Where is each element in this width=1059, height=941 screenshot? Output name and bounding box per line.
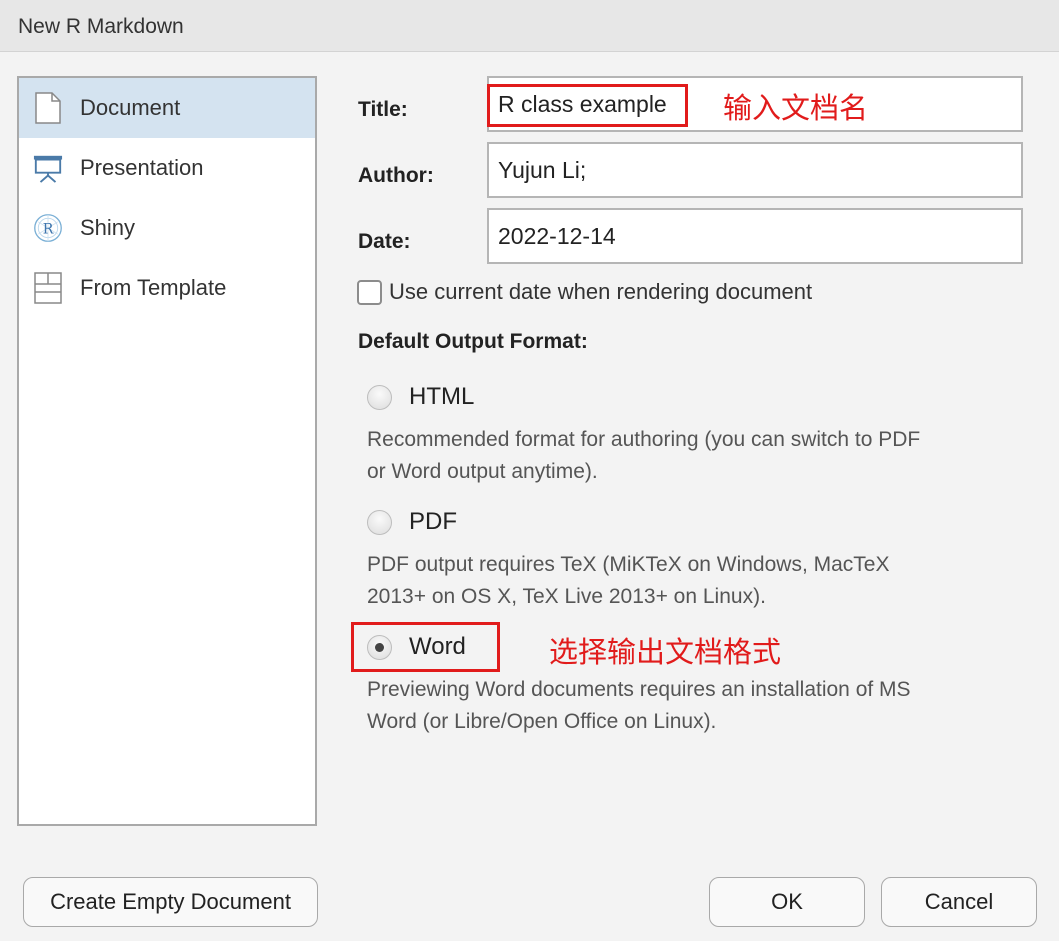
html-radio[interactable] bbox=[367, 384, 392, 410]
ok-button[interactable]: OK bbox=[709, 877, 865, 927]
sidebar-item-label: Document bbox=[80, 95, 181, 120]
title-label: Title: bbox=[358, 98, 408, 121]
date-label: Date: bbox=[358, 230, 411, 253]
author-label: Author: bbox=[358, 164, 434, 187]
sidebar-item-label: From Template bbox=[80, 275, 227, 300]
window-titlebar: New R Markdown bbox=[0, 0, 1059, 52]
word-radio[interactable] bbox=[367, 634, 392, 660]
pdf-label: PDF bbox=[409, 508, 457, 535]
output-option-html[interactable]: HTML bbox=[367, 383, 474, 411]
presentation-icon bbox=[33, 151, 63, 185]
svg-text:R: R bbox=[43, 221, 54, 237]
title-annotation: 输入文档名 bbox=[723, 91, 869, 125]
html-label: HTML bbox=[409, 383, 475, 410]
format-annotation: 选择输出文档格式 bbox=[549, 635, 782, 669]
pdf-radio[interactable] bbox=[367, 509, 392, 535]
sidebar-item-label: Shiny bbox=[80, 215, 136, 240]
word-description: Previewing Word documents requires an in… bbox=[367, 674, 1027, 738]
sidebar-item-document[interactable]: Document bbox=[19, 78, 315, 138]
cancel-button[interactable]: Cancel bbox=[881, 877, 1037, 927]
word-description-line: Word (or Libre/Open Office on Linux). bbox=[367, 710, 717, 733]
document-icon bbox=[33, 91, 63, 125]
pdf-description-line: PDF output requires TeX (MiKTeX on Windo… bbox=[367, 553, 890, 576]
word-description-line: Previewing Word documents requires an in… bbox=[367, 678, 911, 701]
window-title: New R Markdown bbox=[18, 15, 184, 38]
use-current-date-label: Use current date when rendering document bbox=[389, 279, 813, 304]
output-option-word[interactable]: Word bbox=[367, 633, 466, 661]
template-type-list[interactable]: Document Presentation R Shiny From Templ… bbox=[17, 76, 317, 826]
sidebar-item-shiny[interactable]: R Shiny bbox=[19, 198, 315, 258]
use-current-date-checkbox[interactable] bbox=[357, 279, 382, 305]
shiny-r-icon: R bbox=[33, 211, 63, 245]
pdf-description-line: 2013+ on OS X, TeX Live 2013+ on Linux). bbox=[367, 585, 766, 608]
output-option-pdf[interactable]: PDF bbox=[367, 508, 457, 536]
word-label: Word bbox=[409, 633, 466, 660]
html-description-line: or Word output anytime). bbox=[367, 460, 598, 483]
html-description-line: Recommended format for authoring (you ca… bbox=[367, 428, 921, 451]
sidebar-item-presentation[interactable]: Presentation bbox=[19, 138, 315, 198]
author-field[interactable] bbox=[487, 142, 1023, 198]
use-current-date-option[interactable]: Use current date when rendering document bbox=[357, 279, 812, 305]
date-field[interactable] bbox=[487, 208, 1023, 264]
output-format-heading: Default Output Format: bbox=[358, 330, 588, 353]
sidebar-item-from-template[interactable]: From Template bbox=[19, 258, 315, 318]
pdf-description: PDF output requires TeX (MiKTeX on Windo… bbox=[367, 549, 1027, 613]
sidebar-item-label: Presentation bbox=[80, 155, 204, 180]
html-description: Recommended format for authoring (you ca… bbox=[367, 424, 1027, 488]
template-icon bbox=[33, 271, 63, 305]
create-empty-document-button[interactable]: Create Empty Document bbox=[23, 877, 318, 927]
